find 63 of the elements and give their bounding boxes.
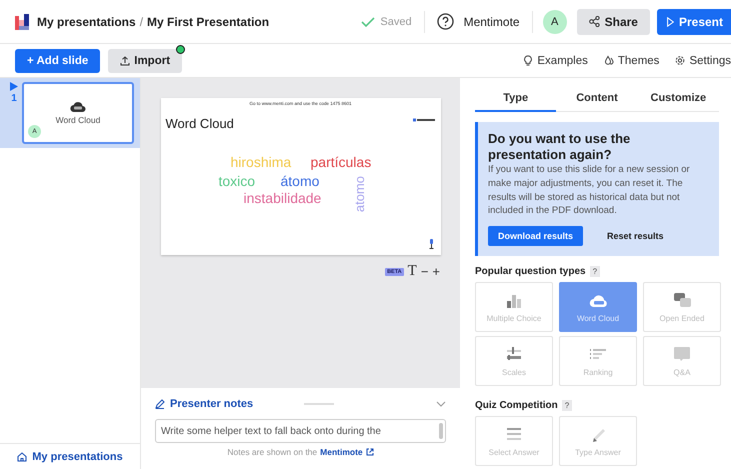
panel-tab[interactable]: Customize: [638, 86, 719, 112]
slide-title: Word Cloud: [166, 116, 234, 131]
notes-hint: Notes are shown on the: [227, 447, 318, 457]
section-title: Quiz Competition: [475, 400, 558, 412]
share-icon: [588, 16, 600, 27]
examples-link[interactable]: Examples: [523, 54, 588, 66]
zoom-in-button[interactable]: +: [432, 264, 440, 279]
reset-results-button[interactable]: Reset results: [597, 226, 674, 246]
cloud-word: hiroshima: [230, 155, 292, 169]
cloud-icon: [70, 101, 86, 112]
cloud-word: atomo: [352, 176, 366, 212]
text-size-button[interactable]: T: [408, 263, 417, 280]
drops-icon: [604, 55, 614, 66]
help-icon: [436, 13, 454, 30]
cloud-word: átomo: [280, 174, 320, 188]
play-icon: [666, 16, 674, 26]
notes-title: Presenter notes: [170, 398, 254, 410]
brand-logo-icon: [412, 118, 434, 122]
home-icon: [17, 452, 28, 462]
add-slide-button[interactable]: + Add slide: [15, 48, 100, 72]
bulb-icon: [523, 55, 534, 66]
saved-status: Saved: [380, 16, 412, 28]
cloud-word: instabilidade: [244, 191, 322, 205]
resize-handle[interactable]: [304, 403, 334, 405]
share-button[interactable]: Share: [576, 8, 650, 34]
section-title: Popular question types: [475, 266, 586, 278]
chat-bubbles-icon: [673, 292, 691, 309]
settings-link[interactable]: Settings: [675, 54, 731, 66]
breadcrumb-separator: /: [140, 14, 144, 28]
external-link-icon: [366, 448, 374, 456]
slide-number: 1: [11, 93, 17, 104]
mentimote-link[interactable]: Mentimote: [464, 14, 520, 28]
mentimote-link[interactable]: Mentimote: [320, 447, 363, 457]
scrollbar[interactable]: [439, 423, 443, 439]
my-presentations-link[interactable]: My presentations: [0, 443, 140, 469]
person-icon: [428, 239, 434, 249]
slide-label: Word Cloud: [56, 115, 100, 125]
check-icon: [361, 16, 376, 26]
sliders-icon: [505, 346, 523, 363]
breadcrumb-link[interactable]: My presentations: [37, 14, 136, 28]
cloud-word: partículas: [310, 155, 372, 169]
cloud-word: toxico: [218, 174, 256, 188]
chevron-down-icon: [436, 401, 446, 407]
panel-tab[interactable]: Content: [556, 86, 638, 112]
zoom-out-button[interactable]: −: [420, 264, 428, 279]
notes-field[interactable]: Write some helper text to fall back onto during the: [155, 419, 446, 443]
logo-icon: [15, 14, 31, 30]
notice-title: Do you want to use the presentation again?: [488, 131, 632, 162]
play-icon: [10, 82, 18, 91]
user-avatar[interactable]: A: [542, 10, 567, 34]
notice-text: If you want to use this slide for a new session or make major adjustments, you can reset it. The results will be stored as historical data but not included in the PDF download.: [488, 163, 691, 218]
help-button[interactable]: ?: [590, 266, 600, 278]
upload-icon: [120, 56, 130, 66]
themes-link[interactable]: Themes: [604, 54, 660, 66]
lines-icon: [505, 426, 523, 443]
help-button[interactable]: ?: [562, 400, 572, 412]
speech-bubble-icon: [673, 346, 691, 363]
present-button[interactable]: Present: [656, 8, 731, 34]
panel-tab[interactable]: Type: [475, 86, 556, 112]
download-results-button[interactable]: Download results: [488, 226, 584, 246]
pencil-icon: [155, 399, 165, 409]
breadcrumb-link[interactable]: My First Presentation: [147, 14, 270, 28]
gear-icon: [675, 55, 686, 66]
